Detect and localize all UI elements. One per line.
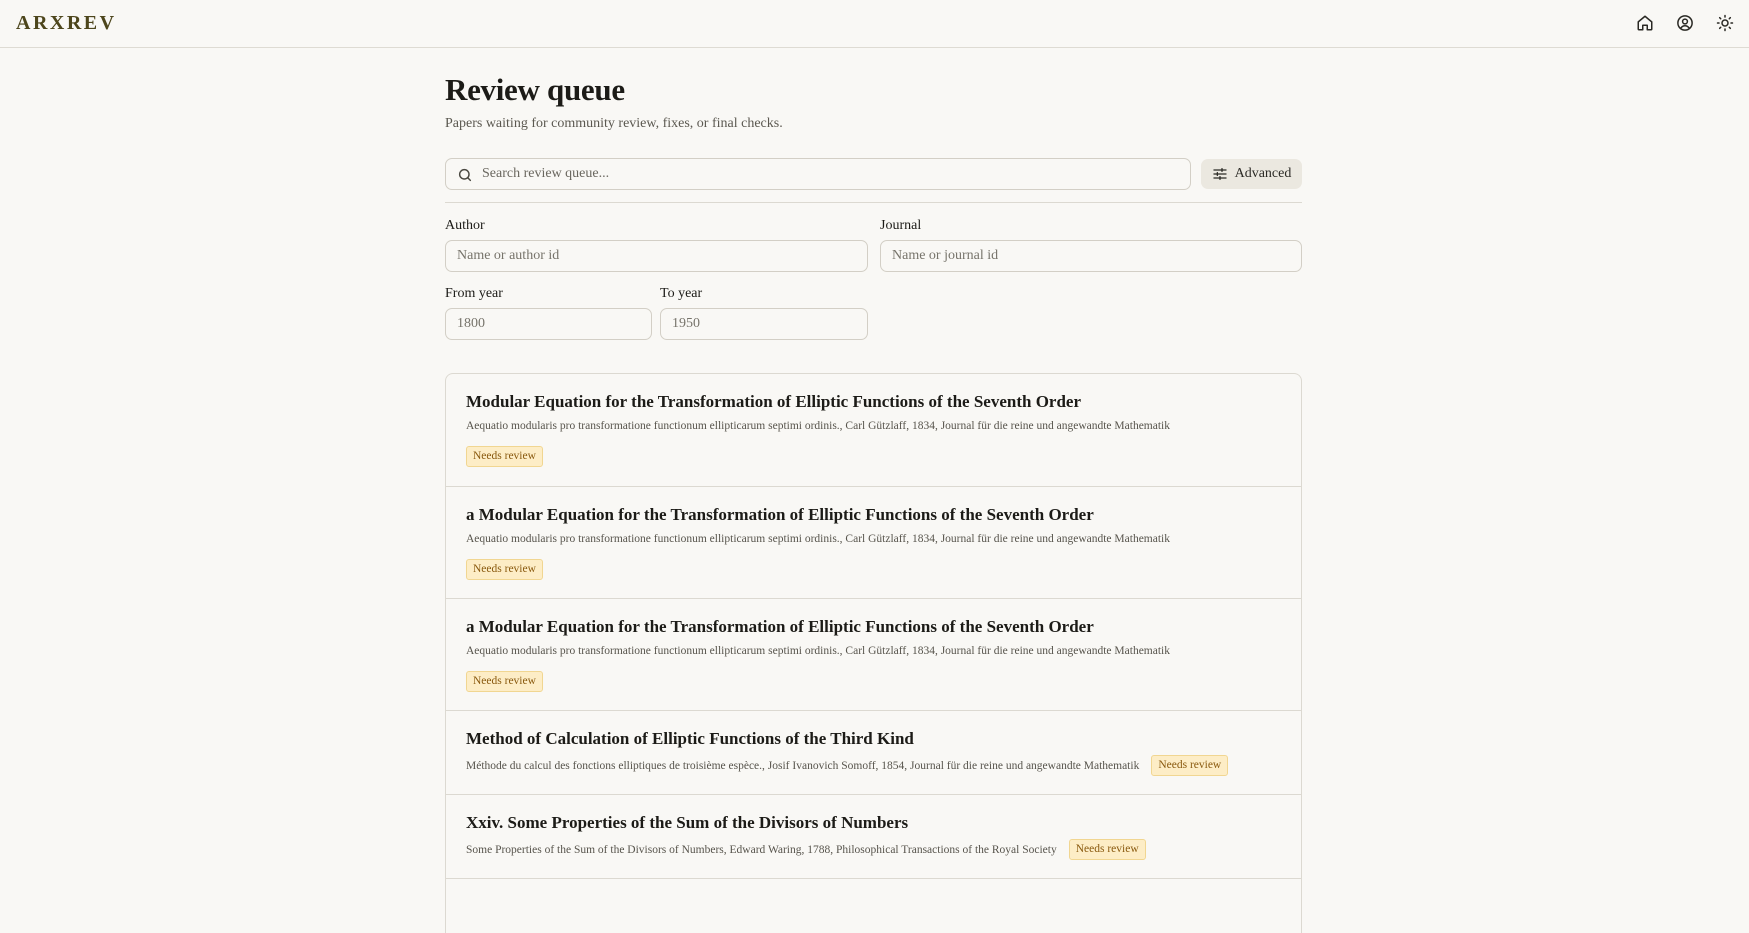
search-box[interactable] (445, 158, 1191, 190)
user-circle-icon[interactable] (1675, 12, 1695, 34)
result-meta: Some Properties of the Sum of the Diviso… (466, 843, 1057, 856)
sliders-icon (1212, 168, 1227, 180)
result-title[interactable]: a Modular Equation for the Transformatio… (466, 617, 1094, 637)
results-list: Modular Equation for the Transformation … (445, 373, 1302, 933)
sun-icon[interactable] (1715, 12, 1735, 34)
to-year-label: To year (660, 286, 703, 301)
journal-label: Journal (880, 218, 922, 233)
advanced-button[interactable]: Advanced (1201, 159, 1302, 189)
result-title[interactable]: Xxiv. Some Properties of the Sum of the … (466, 813, 908, 833)
header-actions (1635, 12, 1735, 34)
list-item-partial (446, 879, 1301, 933)
top-bar: ARXREV (0, 0, 1749, 48)
status-badge: Needs review (1068, 839, 1146, 860)
search-input[interactable] (482, 159, 1182, 189)
list-item[interactable]: a Modular Equation for the Transformatio… (446, 487, 1301, 599)
result-meta: Aequatio modularis pro transformatione f… (466, 645, 1170, 657)
result-title[interactable]: a Modular Equation for the Transformatio… (466, 505, 1094, 525)
journal-input[interactable] (880, 240, 1302, 272)
list-item[interactable]: Xxiv. Some Properties of the Sum of the … (446, 795, 1301, 879)
author-label: Author (445, 218, 485, 233)
status-badge: Needs review (1151, 755, 1229, 776)
from-year-label: From year (445, 286, 503, 301)
result-meta: Aequatio modularis pro transformatione f… (466, 420, 1170, 432)
result-title[interactable]: Method of Calculation of Elliptic Functi… (466, 729, 914, 749)
result-title[interactable]: Modular Equation for the Transformation … (466, 392, 1081, 412)
list-item[interactable]: Modular Equation for the Transformation … (446, 374, 1301, 487)
divider (445, 202, 1302, 203)
app-logo[interactable]: ARXREV (16, 12, 117, 35)
page-subtitle: Papers waiting for community review, fix… (445, 116, 783, 131)
from-year-input[interactable] (445, 308, 652, 340)
result-meta: Aequatio modularis pro transformatione f… (466, 533, 1170, 545)
result-meta: Méthode du calcul des fonctions elliptiq… (466, 759, 1140, 772)
search-icon (458, 168, 472, 182)
list-item[interactable]: Method of Calculation of Elliptic Functi… (446, 711, 1301, 795)
status-badge: Needs review (466, 446, 543, 467)
author-input[interactable] (445, 240, 868, 272)
advanced-label: Advanced (1234, 166, 1292, 181)
search-row: Advanced (445, 158, 1302, 190)
home-icon[interactable] (1635, 12, 1655, 34)
list-item[interactable]: a Modular Equation for the Transformatio… (446, 599, 1301, 711)
status-badge: Needs review (466, 559, 543, 580)
status-badge: Needs review (466, 671, 543, 692)
page-title: Review queue (445, 72, 625, 107)
to-year-input[interactable] (660, 308, 868, 340)
